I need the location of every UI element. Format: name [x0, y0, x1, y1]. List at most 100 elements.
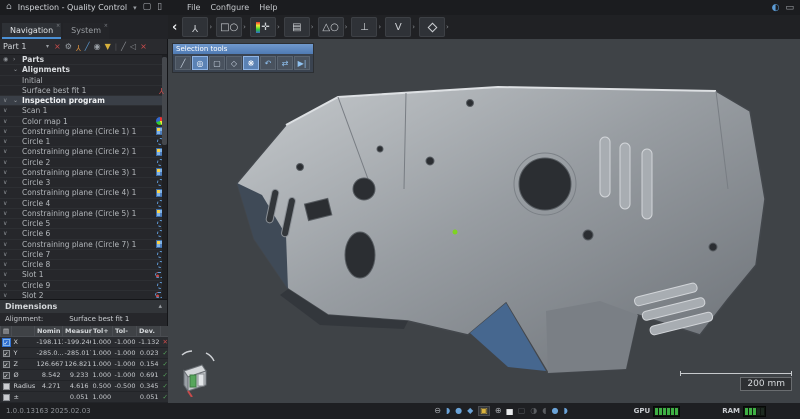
- tree-item[interactable]: Initial: [0, 76, 167, 86]
- axes-icon[interactable]: Y: [76, 43, 81, 51]
- alignment-value[interactable]: Surface best fit 1: [69, 315, 129, 323]
- snap-mode-icon[interactable]: ⊖: [434, 407, 441, 415]
- online-services-icon[interactable]: ◐: [772, 3, 780, 13]
- menu-file[interactable]: File: [182, 3, 205, 12]
- tree-check-icon[interactable]: ◉: [3, 56, 13, 63]
- entities-tool-icon[interactable]: △○: [318, 17, 344, 37]
- tree-item[interactable]: ∨Circle 4: [0, 199, 167, 209]
- tree-item[interactable]: ∨Circle 7: [0, 250, 167, 260]
- home-icon[interactable]: ⌂: [6, 3, 12, 12]
- tab-navigation[interactable]: Navigation×: [2, 23, 61, 39]
- tree-item[interactable]: ∨Constraining plane (Circle 5) 1: [0, 209, 167, 219]
- collapse-icon[interactable]: ▴: [158, 302, 162, 310]
- tree-check-icon[interactable]: ∨: [3, 210, 13, 217]
- row-checkbox[interactable]: ✓: [3, 361, 10, 368]
- dimension-row[interactable]: ✓Y-285.0...-285.0171.000-1.0000.023✓: [1, 348, 169, 359]
- cad-model-icon[interactable]: ⚙: [65, 43, 72, 51]
- tree-check-icon[interactable]: ∨: [3, 271, 13, 278]
- toolbar-next-icon[interactable]: ›: [277, 23, 280, 31]
- paint-icon[interactable]: ╱: [85, 43, 90, 51]
- new-document-icon[interactable]: ▢: [143, 3, 152, 12]
- edit-icon[interactable]: ╱: [121, 43, 126, 51]
- tree-check-icon[interactable]: ∨: [3, 148, 13, 155]
- tree-item[interactable]: ∨Circle 6: [0, 229, 167, 239]
- alignment-tool-icon[interactable]: Y: [182, 17, 208, 37]
- part-model[interactable]: [168, 39, 800, 403]
- tree-item[interactable]: ◉›Parts: [0, 55, 167, 65]
- tree-check-icon[interactable]: ∨: [3, 282, 13, 289]
- tree-item[interactable]: ∨Circle 9: [0, 281, 167, 291]
- visibility-icon[interactable]: ◉: [94, 43, 101, 51]
- tree-item[interactable]: ∨Constraining plane (Circle 7) 1: [0, 240, 167, 250]
- tree-check-icon[interactable]: ∨: [3, 169, 13, 176]
- light-icon[interactable]: ◑: [530, 407, 537, 415]
- features-tool-icon[interactable]: □○: [216, 17, 242, 37]
- 3d-viewport[interactable]: Selection tools ╱◎▢◇❋↶⇄▶| 200 m: [168, 39, 800, 403]
- toolbar-back-icon[interactable]: ‹: [172, 20, 177, 35]
- row-checkbox[interactable]: [3, 383, 10, 390]
- ellipse-select-icon[interactable]: ◎: [192, 56, 208, 70]
- tree-check-icon[interactable]: ∨: [3, 230, 13, 237]
- tree-check-icon[interactable]: ∨: [3, 292, 13, 299]
- tree-item[interactable]: ∨Constraining plane (Circle 3) 1: [0, 168, 167, 178]
- dimension-row[interactable]: ±0.0511.0000.051✓: [1, 392, 169, 403]
- feedback-icon[interactable]: ▭: [785, 3, 794, 13]
- orientation-widget[interactable]: [176, 349, 220, 397]
- tree-item[interactable]: ∨Circle 3: [0, 178, 167, 188]
- menu-help[interactable]: Help: [254, 3, 282, 12]
- tree-check-icon[interactable]: ∨: [3, 97, 13, 104]
- selection-tools-title[interactable]: Selection tools: [173, 44, 313, 54]
- tree-item[interactable]: ∨Constraining plane (Circle 1) 1: [0, 127, 167, 137]
- end-selection-icon[interactable]: ▶|: [294, 56, 310, 70]
- tree-check-icon[interactable]: ∨: [3, 128, 13, 135]
- tree-scrollbar-thumb[interactable]: [162, 57, 167, 145]
- tree-item[interactable]: ∨⌄Inspection program: [0, 96, 167, 106]
- tree-check-icon[interactable]: ∨: [3, 200, 13, 207]
- invert-selection-icon[interactable]: ⇄: [277, 56, 293, 70]
- caliper-tool-icon[interactable]: V: [385, 17, 411, 37]
- tree-expand-icon[interactable]: ⌄: [13, 97, 22, 104]
- tree-item[interactable]: ∨Circle 5: [0, 219, 167, 229]
- globe-mode-icon[interactable]: ⊕: [495, 407, 502, 415]
- workspace-manager-icon[interactable]: ▯: [157, 3, 162, 12]
- toolbar-next-icon[interactable]: ›: [378, 23, 381, 31]
- row-checkbox[interactable]: ✓: [3, 339, 10, 346]
- brush-select-icon[interactable]: ❋: [243, 56, 259, 70]
- toolbar-next-icon[interactable]: ›: [345, 23, 348, 31]
- tree-check-icon[interactable]: ∨: [3, 251, 13, 258]
- mesh-icon[interactable]: ◖: [542, 407, 546, 415]
- point-cloud-icon[interactable]: ●: [455, 407, 462, 415]
- colormap-tool-icon[interactable]: ✛: [250, 17, 276, 37]
- active-object-icon[interactable]: ▣: [478, 406, 490, 416]
- tree-check-icon[interactable]: ∨: [3, 138, 13, 145]
- tree-item[interactable]: ∨Scan 1: [0, 106, 167, 116]
- dimension-row[interactable]: ✓X-198.113-199.2461.000-1.000-1.132✕: [1, 337, 169, 348]
- row-checkbox[interactable]: [3, 394, 10, 401]
- rectangle-select-icon[interactable]: ▢: [209, 56, 225, 70]
- tree-check-icon[interactable]: ∨: [3, 159, 13, 166]
- row-checkbox[interactable]: ✓: [3, 372, 10, 379]
- tree-check-icon[interactable]: ∨: [3, 261, 13, 268]
- tree-expand-icon[interactable]: ›: [13, 56, 22, 63]
- tab-system[interactable]: System×: [63, 23, 109, 39]
- undo-selection-icon[interactable]: ↶: [260, 56, 276, 70]
- filter-icon[interactable]: ▼: [105, 43, 111, 51]
- tree-check-icon[interactable]: ∨: [3, 118, 13, 125]
- pointer-select-icon[interactable]: ╱: [175, 56, 191, 70]
- scene-tool-icon[interactable]: [419, 17, 445, 37]
- toolbar-next-icon[interactable]: ›: [412, 23, 415, 31]
- tree-item[interactable]: ∨Slot 1: [0, 270, 167, 280]
- tree-item[interactable]: Surface best fit 1Y: [0, 86, 167, 96]
- report-tool-icon[interactable]: ▤: [284, 17, 310, 37]
- tree-expand-icon[interactable]: ⌄: [13, 66, 22, 73]
- remove-icon[interactable]: ×: [140, 43, 147, 51]
- dimensions-header[interactable]: Dimensions ▴: [0, 300, 167, 313]
- flag-icon[interactable]: ◗: [563, 407, 567, 415]
- tab-pin-icon[interactable]: ×: [56, 23, 60, 29]
- tree-check-icon[interactable]: ∨: [3, 179, 13, 186]
- delete-part-icon[interactable]: ×: [54, 43, 61, 51]
- part-selector-caret-icon[interactable]: ▾: [46, 43, 49, 50]
- tree-item[interactable]: ∨Circle 2: [0, 158, 167, 168]
- toolbar-next-icon[interactable]: ›: [446, 23, 449, 31]
- title-caret-icon[interactable]: ▾: [133, 4, 137, 12]
